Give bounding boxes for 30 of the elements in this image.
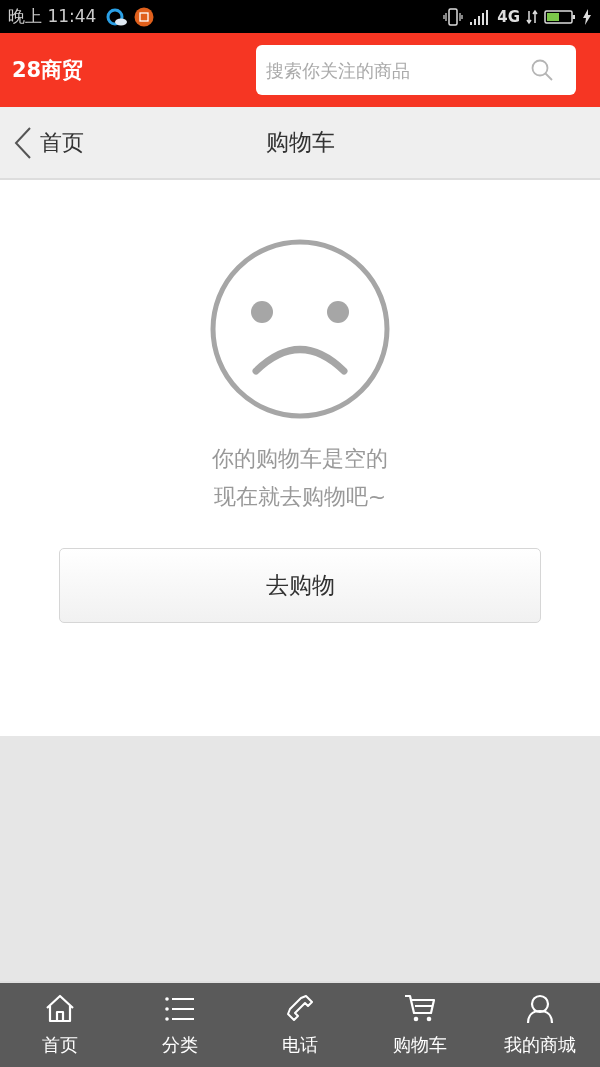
tab-item[interactable]: 分类 bbox=[120, 983, 240, 1067]
battery-icon bbox=[544, 8, 576, 25]
tab-item[interactable]: 购物车 bbox=[360, 983, 480, 1067]
tab-label: 我的商城 bbox=[504, 1033, 576, 1057]
data-arrows-icon bbox=[526, 8, 538, 25]
home-icon bbox=[44, 993, 76, 1025]
vibrate-icon bbox=[443, 6, 464, 27]
charging-icon bbox=[582, 8, 592, 25]
back-button[interactable]: 首页 bbox=[0, 125, 84, 160]
user-icon bbox=[524, 993, 556, 1025]
crop-app-icon bbox=[134, 6, 155, 27]
tab-label: 电话 bbox=[282, 1033, 318, 1057]
logo-text: 28商贸 bbox=[12, 57, 84, 84]
tab-label: 分类 bbox=[162, 1033, 198, 1057]
tab-item[interactable]: 电话 bbox=[240, 983, 360, 1067]
empty-cart-message: 现在就去购物吧~ bbox=[213, 483, 387, 511]
sad-face-icon bbox=[209, 238, 391, 420]
tab-item[interactable]: 我的商城 bbox=[480, 983, 600, 1067]
back-chevron-icon bbox=[14, 125, 32, 160]
network-type: 4G bbox=[497, 7, 520, 26]
page-title: 购物车 bbox=[265, 128, 335, 157]
search-icon[interactable] bbox=[530, 58, 554, 82]
status-time: 晚上 11:44 bbox=[8, 5, 97, 28]
empty-cart-message: 你的购物车是空的 bbox=[212, 445, 388, 473]
tab-label: 购物车 bbox=[393, 1033, 447, 1057]
tab-item[interactable]: 首页 bbox=[0, 983, 120, 1067]
tab-label: 首页 bbox=[42, 1033, 78, 1057]
go-shopping-button[interactable]: 去购物 bbox=[59, 548, 541, 623]
search-field[interactable]: 搜索你关注的商品 bbox=[256, 45, 576, 95]
weather-app-icon bbox=[106, 7, 129, 26]
